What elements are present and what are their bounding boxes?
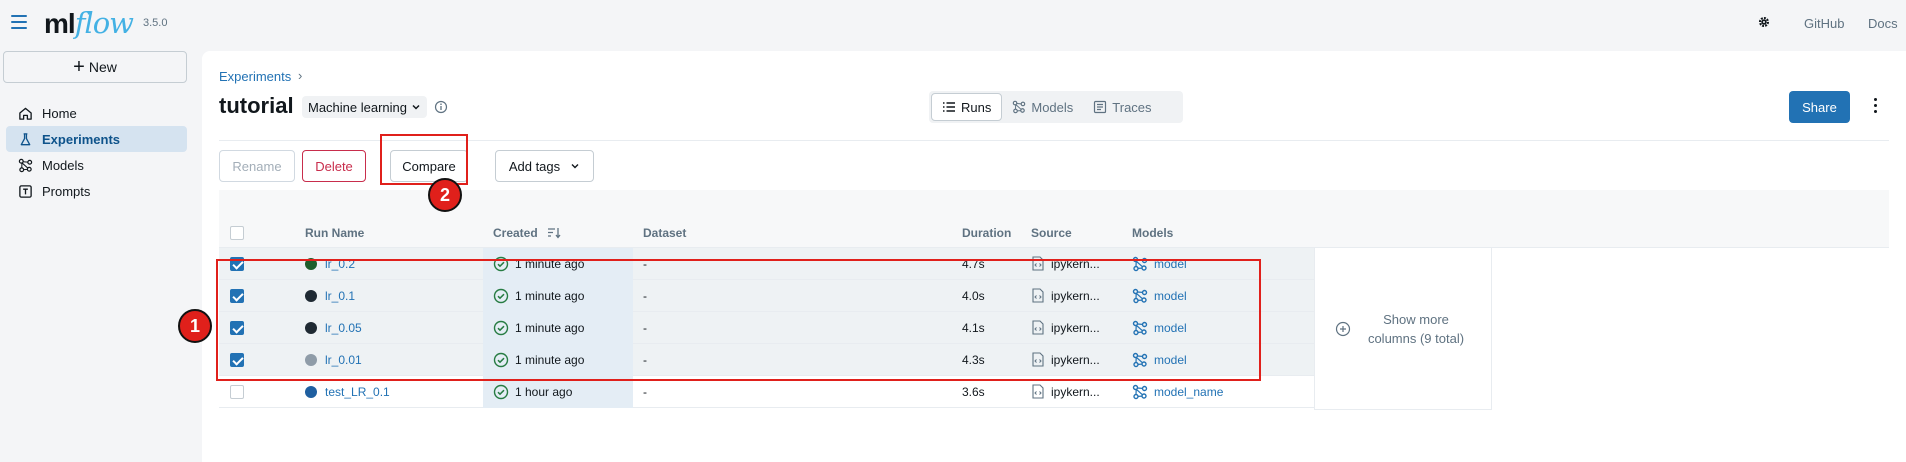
notebook-source-icon — [1032, 384, 1044, 399]
gear-icon[interactable] — [1757, 15, 1771, 29]
main-content: Experiments › tutorial Machine learning … — [202, 51, 1906, 462]
select-all-checkbox[interactable] — [230, 226, 244, 240]
chevron-down-icon — [571, 164, 579, 169]
sidebar-nav: Home Experiments Models Prompts — [6, 100, 187, 204]
sidebar-item-label: Prompts — [42, 183, 91, 199]
tab-label: Models — [1031, 99, 1074, 115]
tab-traces[interactable]: Traces — [1083, 93, 1161, 121]
traces-icon — [1094, 100, 1107, 114]
add-tags-label: Add tags — [508, 158, 561, 174]
compare-highlight-box — [380, 134, 468, 185]
breadcrumb-separator: › — [298, 68, 303, 83]
source-value[interactable]: ipykern... — [1051, 385, 1100, 399]
column-dataset[interactable]: Dataset — [643, 226, 686, 240]
model-icon — [1132, 384, 1148, 400]
sidebar-item-label: Experiments — [42, 131, 121, 147]
rename-button[interactable]: Rename — [219, 150, 295, 182]
share-button[interactable]: Share — [1789, 91, 1850, 123]
tab-label: Runs — [961, 99, 992, 115]
show-more-label: Show more columns (9 total) — [1367, 311, 1465, 346]
created-value: 1 hour ago — [515, 385, 573, 399]
flask-icon — [20, 132, 31, 145]
column-run-name[interactable]: Run Name — [305, 226, 364, 240]
page-title: tutorial — [219, 93, 294, 118]
docs-link[interactable]: Docs — [1868, 16, 1898, 31]
github-link[interactable]: GitHub — [1804, 16, 1844, 31]
info-icon[interactable] — [434, 100, 448, 114]
sidebar-item-label: Models — [42, 157, 84, 173]
sidebar-item-home[interactable]: Home — [6, 100, 187, 126]
plus-circle-icon — [1335, 321, 1351, 336]
sidebar-item-prompts[interactable]: Prompts — [6, 178, 187, 204]
models-icon — [1013, 100, 1026, 114]
column-created[interactable]: Created — [493, 226, 561, 240]
version-label: 3.5.0 — [143, 17, 168, 29]
sidebar-item-experiments[interactable]: Experiments — [6, 126, 187, 152]
chevron-down-icon — [412, 104, 420, 110]
run-color-dot[interactable] — [305, 386, 317, 398]
experiment-type-label: Machine learning — [308, 99, 408, 115]
list-icon — [943, 102, 955, 112]
home-icon — [19, 107, 32, 120]
run-name-link[interactable]: test_LR_0.1 — [325, 385, 390, 399]
table-toolbar-band — [219, 190, 1889, 218]
column-models[interactable]: Models — [1132, 226, 1173, 240]
new-button-label: New — [88, 59, 117, 75]
selected-runs-highlight-box — [216, 259, 1261, 381]
add-tags-button[interactable]: Add tags — [495, 150, 594, 182]
logo-ml-text: ml — [44, 8, 76, 39]
plus-icon: + — [73, 56, 85, 78]
dataset-value: - — [643, 385, 647, 399]
hamburger-menu-icon[interactable] — [11, 15, 27, 29]
mlflow-logo[interactable]: ml flow — [44, 4, 134, 40]
models-icon — [18, 158, 33, 172]
column-created-label: Created — [493, 226, 538, 240]
sort-icon — [548, 228, 561, 239]
tab-runs[interactable]: Runs — [931, 93, 1003, 121]
column-source[interactable]: Source — [1031, 226, 1072, 240]
delete-button[interactable]: Delete — [302, 150, 366, 182]
show-more-columns-button[interactable]: Show more columns (9 total) — [1314, 248, 1492, 410]
prompt-icon — [19, 184, 32, 198]
experiment-type-dropdown[interactable]: Machine learning — [302, 96, 428, 118]
view-tabs: Runs Models Traces — [929, 91, 1183, 123]
success-status-icon — [493, 384, 509, 400]
row-checkbox[interactable] — [230, 385, 244, 399]
step-badge-2: 2 — [428, 178, 462, 212]
tab-models[interactable]: Models — [1002, 93, 1083, 121]
column-duration[interactable]: Duration — [962, 226, 1011, 240]
header-divider — [219, 140, 1889, 141]
duration-value: 3.6s — [962, 385, 985, 399]
tab-label: Traces — [1112, 99, 1152, 115]
more-options-icon[interactable] — [1872, 95, 1878, 119]
new-button[interactable]: + New — [3, 51, 187, 83]
sidebar-item-label: Home — [42, 105, 77, 121]
breadcrumb-experiments[interactable]: Experiments — [219, 69, 291, 84]
sidebar-item-models[interactable]: Models — [6, 152, 187, 178]
top-bar: ml flow 3.5.0 GitHub Docs — [0, 0, 1906, 46]
model-link[interactable]: model_name — [1154, 385, 1223, 399]
table-header: Run Name Created Dataset Duration Source… — [219, 218, 1889, 248]
step-badge-1: 1 — [178, 309, 212, 343]
logo-flow-text: flow — [74, 6, 134, 40]
